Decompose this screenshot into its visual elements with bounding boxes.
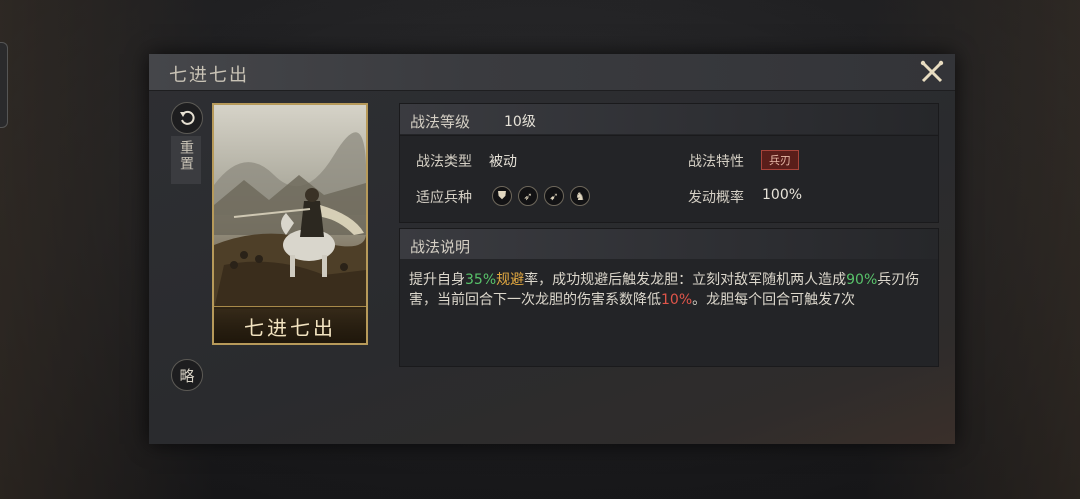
cavalry-unit-icon: ♞ [570, 186, 590, 206]
card-name-bar: 七进七出 [214, 306, 366, 343]
tactic-type-value: 被动 [489, 154, 517, 170]
desc-part: 率，成功规避后触发龙胆：立刻对敌军随机两人造成 [524, 272, 847, 288]
level-value: 10级 [504, 114, 536, 130]
close-button[interactable] [917, 58, 947, 86]
description-label: 战法说明 [410, 238, 471, 256]
reset-button[interactable] [171, 102, 203, 134]
trigger-rate-label: 发动概率 [688, 190, 744, 206]
close-icon [920, 60, 944, 83]
desc-part: 提升自身 [409, 272, 465, 288]
desc-reduction-value: 10% [661, 292, 693, 308]
background-side-tab [0, 42, 8, 128]
brief-button[interactable]: 略 [171, 359, 203, 391]
level-label: 战法等级 [410, 113, 471, 131]
panel-title-bar: 七进七出 [149, 54, 955, 91]
desc-dodge-keyword: 规避 [496, 272, 525, 288]
desc-damage-value: 90% [846, 272, 878, 288]
attributes-section [399, 136, 939, 223]
bow-unit-icon: ➶ [518, 186, 538, 206]
trait-tag: 兵刃 [761, 150, 799, 170]
tactic-type-label: 战法类型 [416, 154, 472, 170]
tactic-card: 七进七出 [212, 103, 368, 345]
level-section: 战法等级 10级 [399, 103, 939, 136]
tactic-detail-panel: 七进七出 重置 略 七进七出 战法等级 10级 战法类型 被动 战法特性 兵刃 … [149, 54, 955, 444]
unit-types-label: 适应兵种 [416, 190, 472, 206]
level-section-header [400, 104, 938, 134]
spear-unit-icon: ➹ [544, 186, 564, 206]
trigger-rate-value: 100% [762, 187, 803, 203]
description-section-header [400, 229, 938, 259]
card-name: 七进七出 [244, 316, 336, 340]
desc-part: 。龙胆每个回合可触发7次 [692, 292, 856, 308]
card-artwork [214, 105, 366, 309]
tactic-trait-label: 战法特性 [688, 154, 744, 170]
panel-title: 七进七出 [169, 65, 249, 86]
undo-icon [180, 110, 195, 125]
description-text: 提升自身35%规避率，成功规避后触发龙胆：立刻对敌军随机两人造成90%兵刃伤害，… [409, 270, 931, 310]
reset-label[interactable]: 重置 [171, 140, 201, 172]
desc-dodge-value: 35% [465, 272, 497, 288]
shield-unit-icon: ⛊ [492, 186, 512, 206]
